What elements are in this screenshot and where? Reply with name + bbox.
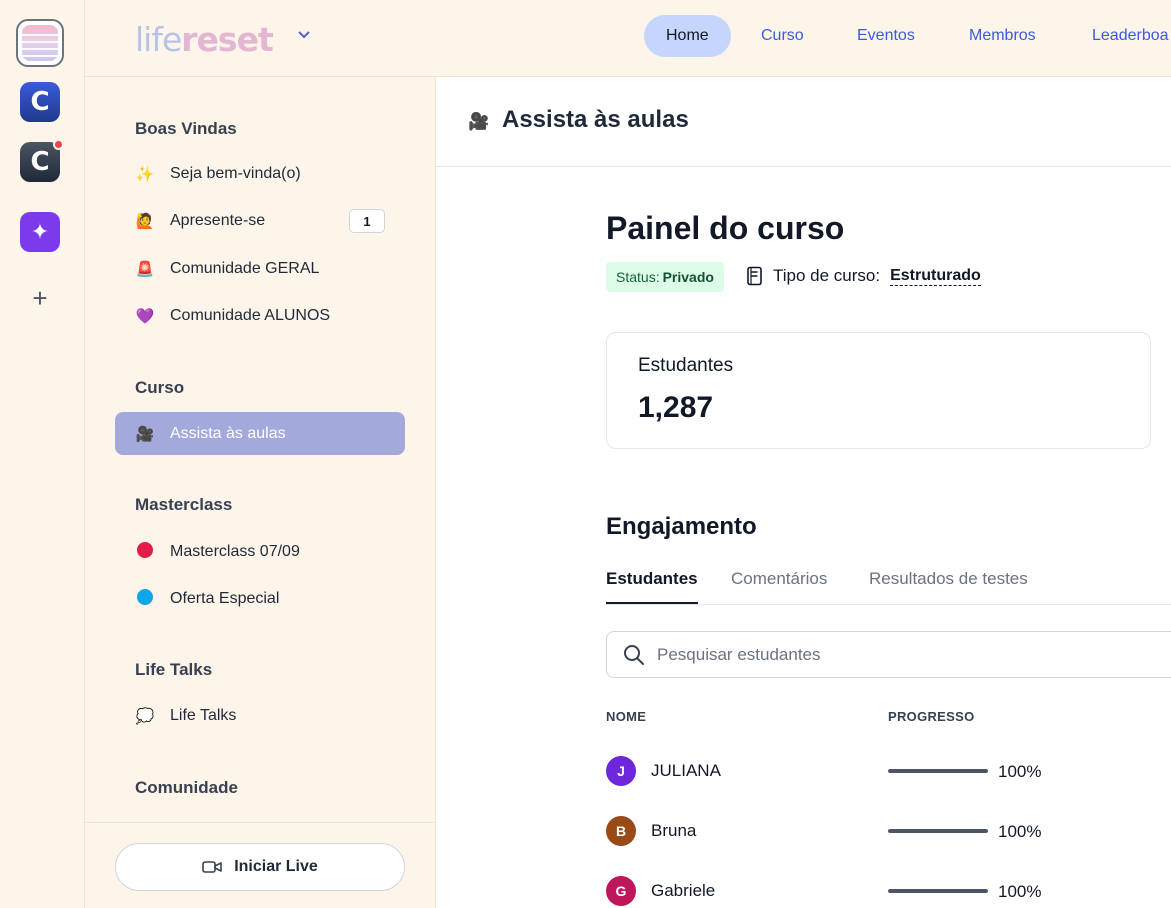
progress-bar xyxy=(888,889,988,893)
book-icon xyxy=(746,266,764,286)
table-row[interactable]: G Gabriele 100% xyxy=(606,871,1166,908)
table-row[interactable]: J JULIANA 100% xyxy=(606,751,1166,791)
purple-heart-icon: 💜 xyxy=(135,306,155,325)
logo-part-reset: reset xyxy=(181,20,273,59)
nav-leaderboard[interactable]: Leaderboa xyxy=(1092,15,1169,57)
student-name: Bruna xyxy=(651,821,697,840)
sidebar-item-label: Life Talks xyxy=(170,706,237,724)
avatar: B xyxy=(606,816,636,846)
search-icon xyxy=(623,644,645,671)
sidebar-item-life-talks[interactable]: 💭 Life Talks xyxy=(115,694,405,737)
nav-curso[interactable]: Curso xyxy=(761,15,804,57)
nav-eventos[interactable]: Eventos xyxy=(857,15,915,57)
movie-camera-icon: 🎥 xyxy=(135,424,155,443)
section-title-comunidade: Comunidade xyxy=(135,778,238,797)
progress-percent: 100% xyxy=(998,762,1042,781)
tab-comentarios[interactable]: Comentários xyxy=(731,569,827,602)
sidebar-item-comunidade-alunos[interactable]: 💜 Comunidade ALUNOS xyxy=(115,294,405,337)
sidebar-item-masterclass[interactable]: Masterclass 07/09 xyxy=(115,530,405,573)
progress-fill xyxy=(888,829,988,833)
section-title-masterclass: Masterclass xyxy=(135,495,233,514)
sidebar-item-label: Apresente-se xyxy=(170,211,266,229)
nav-home[interactable]: Home xyxy=(644,15,731,57)
engagement-tabs: Estudantes Comentários Resultados de tes… xyxy=(606,557,1171,605)
sidebar-item-label: Seja bem-vinda(o) xyxy=(170,164,301,182)
sparkles-icon: ✨ xyxy=(135,164,155,183)
add-community-button[interactable]: + xyxy=(20,278,60,318)
space-title: Assista às aulas xyxy=(502,106,689,133)
tab-estudantes[interactable]: Estudantes xyxy=(606,569,698,604)
sidebar-item-label: Comunidade ALUNOS xyxy=(170,306,331,324)
chevron-down-icon[interactable] xyxy=(298,26,310,42)
search-input[interactable] xyxy=(657,642,1137,668)
section-title-boas-vindas: Boas Vindas xyxy=(135,119,237,138)
sparkle-icon[interactable]: ✦ xyxy=(20,212,60,252)
progress-fill xyxy=(888,769,988,773)
column-header-name: NOME xyxy=(606,709,647,724)
sidebar-item-label: Comunidade GERAL xyxy=(170,259,320,277)
community-letter: C xyxy=(30,147,50,177)
status-label: Status: xyxy=(616,269,660,285)
siren-icon: 🚨 xyxy=(135,259,155,278)
stat-value: 1,287 xyxy=(638,391,714,424)
space-header: 🎥 Assista às aulas xyxy=(436,77,1171,167)
student-name: JULIANA xyxy=(651,761,721,780)
speech-bubble-icon: 💭 xyxy=(135,706,155,725)
avatar: J xyxy=(606,756,636,786)
unread-badge: 1 xyxy=(349,209,385,233)
status-value: Privado xyxy=(662,269,714,285)
tab-resultados-testes[interactable]: Resultados de testes xyxy=(869,569,1028,602)
page-title: Painel do curso xyxy=(606,210,845,246)
sidebar-item-label: Masterclass 07/09 xyxy=(170,542,300,560)
engagement-title: Engajamento xyxy=(606,513,757,540)
sidebar-item-seja-bem-vinda[interactable]: ✨ Seja bem-vinda(o) xyxy=(115,152,405,195)
video-camera-icon xyxy=(202,860,223,874)
progress-percent: 100% xyxy=(998,882,1042,901)
nav-membros[interactable]: Membros xyxy=(969,15,1036,57)
status-badge: Status: Privado xyxy=(606,262,724,292)
main-content: 🎥 Assista às aulas Painel do curso Statu… xyxy=(436,77,1171,908)
community-c-blue-icon[interactable]: C xyxy=(20,82,60,122)
logo-part-life: life xyxy=(135,20,182,59)
progress-percent: 100% xyxy=(998,822,1042,841)
start-live-label: Iniciar Live xyxy=(234,858,318,875)
movie-camera-icon: 🎥 xyxy=(468,112,490,132)
plus-icon: + xyxy=(32,282,48,313)
sidebar: Boas Vindas ✨ Seja bem-vinda(o) 🙋 Aprese… xyxy=(85,77,436,908)
sidebar-item-oferta-especial[interactable]: Oferta Especial xyxy=(115,577,405,620)
student-search xyxy=(606,631,1171,678)
progress-bar xyxy=(888,829,988,833)
lifereset-community-icon[interactable] xyxy=(16,19,64,67)
avatar: G xyxy=(606,876,636,906)
student-name: Gabriele xyxy=(651,881,716,900)
notification-dot xyxy=(53,139,64,150)
progress-fill xyxy=(888,889,988,893)
column-header-progress: PROGRESSO xyxy=(888,709,975,724)
section-title-curso: Curso xyxy=(135,378,185,397)
students-stat-card: Estudantes 1,287 xyxy=(606,332,1151,449)
sidebar-item-label: Assista às aulas xyxy=(170,424,286,442)
community-rail: C C ✦ + xyxy=(0,0,85,908)
sidebar-footer: Iniciar Live xyxy=(85,822,435,908)
red-ball-icon xyxy=(135,541,155,562)
brand-logo[interactable]: lifereset xyxy=(135,20,274,59)
raising-hand-icon: 🙋 xyxy=(135,211,155,230)
community-letter: C xyxy=(30,87,50,117)
course-type-value[interactable]: Estruturado xyxy=(890,267,981,286)
start-live-button[interactable]: Iniciar Live xyxy=(115,843,405,891)
blue-ball-icon xyxy=(135,588,155,609)
course-type-label: Tipo de curso: xyxy=(773,266,881,285)
sidebar-item-assista-aulas[interactable]: 🎥 Assista às aulas xyxy=(115,412,405,455)
course-type: Tipo de curso: Estruturado xyxy=(746,266,981,286)
progress-bar xyxy=(888,769,988,773)
stat-label: Estudantes xyxy=(638,355,734,376)
sidebar-item-label: Oferta Especial xyxy=(170,589,280,607)
lifereset-logo-icon xyxy=(22,25,58,61)
top-navigation-bar: lifereset Home Curso Eventos Membros Lea… xyxy=(85,0,1171,77)
section-title-life-talks: Life Talks xyxy=(135,660,213,679)
table-row[interactable]: B Bruna 100% xyxy=(606,811,1166,851)
sidebar-item-apresente-se[interactable]: 🙋 Apresente-se 1 xyxy=(115,199,405,242)
sidebar-item-comunidade-geral[interactable]: 🚨 Comunidade GERAL xyxy=(115,247,405,290)
